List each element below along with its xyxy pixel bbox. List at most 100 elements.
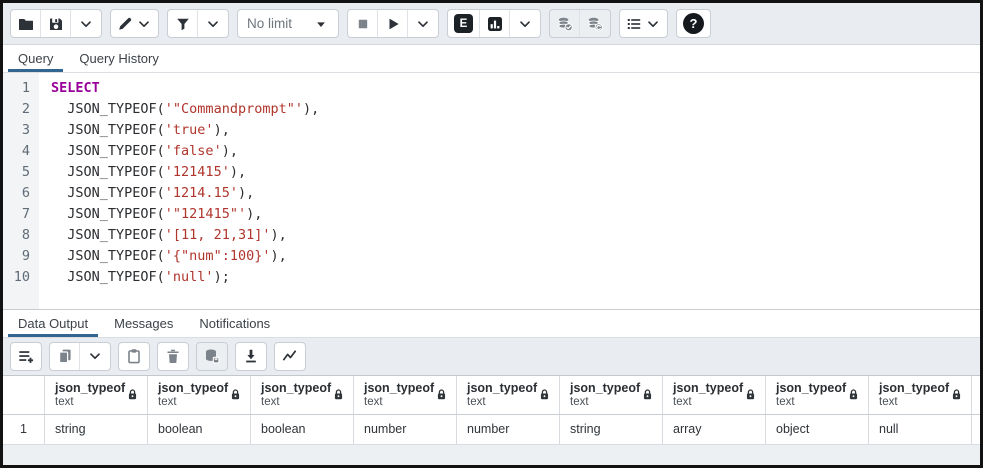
lock-icon bbox=[950, 388, 963, 401]
code-segment-string: '1214.15' bbox=[165, 185, 238, 201]
tab-data-output[interactable]: Data Output bbox=[5, 310, 101, 337]
commit-button[interactable] bbox=[550, 10, 580, 37]
grid-empty-area bbox=[3, 445, 980, 466]
data-cell-5[interactable]: number bbox=[457, 415, 560, 444]
delete-row-button[interactable] bbox=[158, 343, 188, 370]
column-type: text bbox=[776, 396, 846, 409]
column-header-3[interactable]: json_typeoftext bbox=[251, 376, 354, 414]
delete-group bbox=[157, 342, 189, 371]
pencil-icon bbox=[117, 16, 133, 32]
lock-icon bbox=[744, 388, 757, 401]
graph-group bbox=[274, 342, 306, 371]
data-cell-9[interactable]: null bbox=[869, 415, 972, 444]
tab-messages[interactable]: Messages bbox=[101, 310, 186, 337]
data-cell-8[interactable]: object bbox=[766, 415, 869, 444]
column-header-6[interactable]: json_typeoftext bbox=[560, 376, 663, 414]
add-row-group bbox=[10, 342, 42, 371]
paste-button[interactable] bbox=[119, 343, 149, 370]
edit-menu-button[interactable] bbox=[111, 10, 158, 37]
column-name: json_typeof bbox=[879, 381, 949, 396]
lock-icon bbox=[641, 388, 654, 401]
column-header-1[interactable]: json_typeoftext bbox=[45, 376, 148, 414]
column-header-text: json_typeoftext bbox=[879, 381, 949, 409]
data-cell-2[interactable]: boolean bbox=[148, 415, 251, 444]
stop-button[interactable] bbox=[348, 10, 378, 37]
results-grid: json_typeoftextjson_typeoftextjson_typeo… bbox=[3, 375, 980, 445]
row-limit-select[interactable]: No limit bbox=[238, 10, 338, 37]
save-data-changes-button[interactable] bbox=[197, 343, 227, 370]
column-header-7[interactable]: json_typeoftext bbox=[663, 376, 766, 414]
column-header-2[interactable]: json_typeoftext bbox=[148, 376, 251, 414]
save-results-to-file-button[interactable] bbox=[236, 343, 266, 370]
add-row-button[interactable] bbox=[11, 343, 41, 370]
line-number-gutter: 12345678910 bbox=[3, 73, 39, 309]
column-name: json_typeof bbox=[261, 381, 331, 396]
chevron-down-icon bbox=[78, 16, 94, 32]
column-header-5[interactable]: json_typeoftext bbox=[457, 376, 560, 414]
save-file-button[interactable] bbox=[41, 10, 71, 37]
execute-button[interactable] bbox=[378, 10, 408, 37]
help-group: ? bbox=[676, 9, 711, 38]
analyze-chart-icon bbox=[487, 16, 503, 32]
data-cell-3[interactable]: boolean bbox=[251, 415, 354, 444]
code-segment-plain: ), bbox=[246, 206, 262, 222]
data-cell-6[interactable]: string bbox=[560, 415, 663, 444]
filter-group bbox=[167, 9, 229, 38]
explain-button[interactable]: E bbox=[448, 10, 480, 37]
help-button[interactable]: ? bbox=[677, 10, 710, 37]
copy-icon bbox=[57, 348, 73, 364]
rollback-button[interactable] bbox=[580, 10, 610, 37]
code-segment-plain: ), bbox=[214, 122, 230, 138]
code-segment-string: 'true' bbox=[165, 122, 214, 138]
tab-notifications[interactable]: Notifications bbox=[186, 310, 283, 337]
copy-options-button[interactable] bbox=[80, 343, 110, 370]
code-line: JSON_TYPEOF('1214.15'), bbox=[51, 183, 319, 204]
column-header-9[interactable]: json_typeoftext bbox=[869, 376, 972, 414]
chevron-down-icon bbox=[517, 16, 533, 32]
column-header-4[interactable]: json_typeoftext bbox=[354, 376, 457, 414]
play-icon bbox=[385, 16, 401, 32]
column-type: text bbox=[467, 396, 537, 409]
save-options-button[interactable] bbox=[71, 10, 101, 37]
graph-visualiser-button[interactable] bbox=[275, 343, 305, 370]
row-number-cell[interactable]: 1 bbox=[3, 415, 45, 444]
line-number: 4 bbox=[3, 141, 30, 162]
stop-icon bbox=[355, 16, 371, 32]
tab-query-history[interactable]: Query History bbox=[66, 45, 171, 72]
explain-options-button[interactable] bbox=[510, 10, 540, 37]
copy-button[interactable] bbox=[50, 343, 80, 370]
chevron-down-icon bbox=[87, 348, 103, 364]
column-header-text: json_typeoftext bbox=[158, 381, 228, 409]
column-header-8[interactable]: json_typeoftext bbox=[766, 376, 869, 414]
filter-options-button[interactable] bbox=[198, 10, 228, 37]
query-toolbar: No limit E? bbox=[3, 3, 980, 45]
explain-analyze-button[interactable] bbox=[480, 10, 510, 37]
code-line: JSON_TYPEOF('{"num":100}'), bbox=[51, 246, 319, 267]
lock-icon bbox=[435, 388, 448, 401]
sql-code[interactable]: SELECT JSON_TYPEOF('"Commandprompt"'), J… bbox=[39, 73, 319, 309]
column-type: text bbox=[55, 396, 125, 409]
tab-query[interactable]: Query bbox=[5, 45, 66, 72]
open-file-button[interactable] bbox=[11, 10, 41, 37]
execute-options-button[interactable] bbox=[408, 10, 438, 37]
column-type: text bbox=[158, 396, 228, 409]
column-header-text: json_typeoftext bbox=[673, 381, 743, 409]
data-cell-4[interactable]: number bbox=[354, 415, 457, 444]
download-icon bbox=[243, 348, 259, 364]
sql-editor[interactable]: 12345678910 SELECT JSON_TYPEOF('"Command… bbox=[3, 73, 980, 310]
db-commit-icon bbox=[557, 16, 573, 32]
data-cell-1[interactable]: string bbox=[45, 415, 148, 444]
column-header-text: json_typeoftext bbox=[364, 381, 434, 409]
code-segment-plain: JSON_TYPEOF( bbox=[51, 143, 165, 159]
filter-button[interactable] bbox=[168, 10, 198, 37]
filter-icon bbox=[175, 16, 191, 32]
macro-menu-button[interactable] bbox=[620, 10, 667, 37]
grid-body: 1stringbooleanbooleannumbernumberstringa… bbox=[3, 415, 980, 445]
list-icon bbox=[626, 16, 642, 32]
code-segment-string: '"121415"' bbox=[165, 206, 246, 222]
data-cell-7[interactable]: array bbox=[663, 415, 766, 444]
code-segment-plain: JSON_TYPEOF( bbox=[51, 185, 165, 201]
sparkline-icon bbox=[282, 348, 298, 364]
code-segment-string: '"Commandprompt"' bbox=[165, 101, 303, 117]
code-line: JSON_TYPEOF('"Commandprompt"'), bbox=[51, 99, 319, 120]
